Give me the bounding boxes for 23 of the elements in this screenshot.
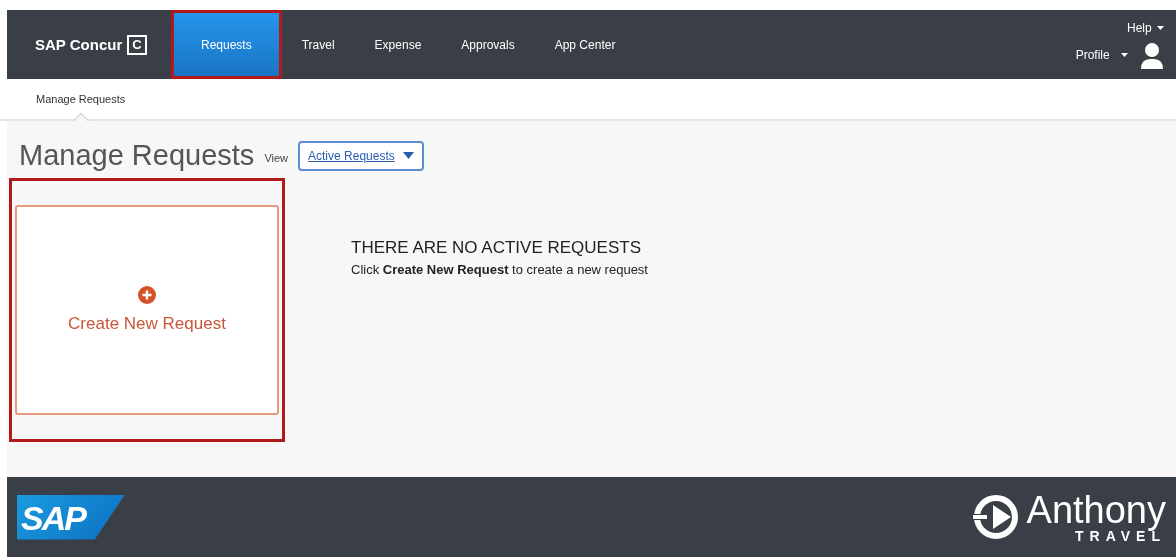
nav-tab[interactable]: Travel [284,13,352,76]
anthony-travel-logo-icon [970,495,1021,539]
nav-tab[interactable]: Requests [174,13,279,76]
caret-icon [402,152,414,159]
view-label: View [264,151,289,164]
caret-icon [1121,53,1128,58]
empty-state-title: THERE ARE NO ACTIVE REQUESTS [351,238,642,258]
help-menu[interactable]: Help [1127,20,1164,35]
nav-tab[interactable]: App Center [537,13,633,76]
user-icon[interactable] [1140,40,1164,69]
sap-logo: SAP [17,494,125,540]
nav-tab[interactable]: Expense [357,13,439,76]
anthony-logo-text: Anthony [1026,491,1166,529]
brand-logo: SAP Concur [35,36,123,53]
empty-state-hint: Click Create New Request to create a new request [351,262,648,277]
brand-mark: C [127,34,147,55]
page-title: Manage Requests [19,139,255,172]
view-dropdown[interactable]: Active Requests [298,140,424,171]
profile-menu[interactable]: Profile [1075,47,1128,62]
plus-icon [138,286,156,304]
caret-icon [1157,26,1164,31]
create-request-card[interactable]: Create New Request [15,205,279,415]
nav-tab[interactable]: Approvals [444,13,532,76]
